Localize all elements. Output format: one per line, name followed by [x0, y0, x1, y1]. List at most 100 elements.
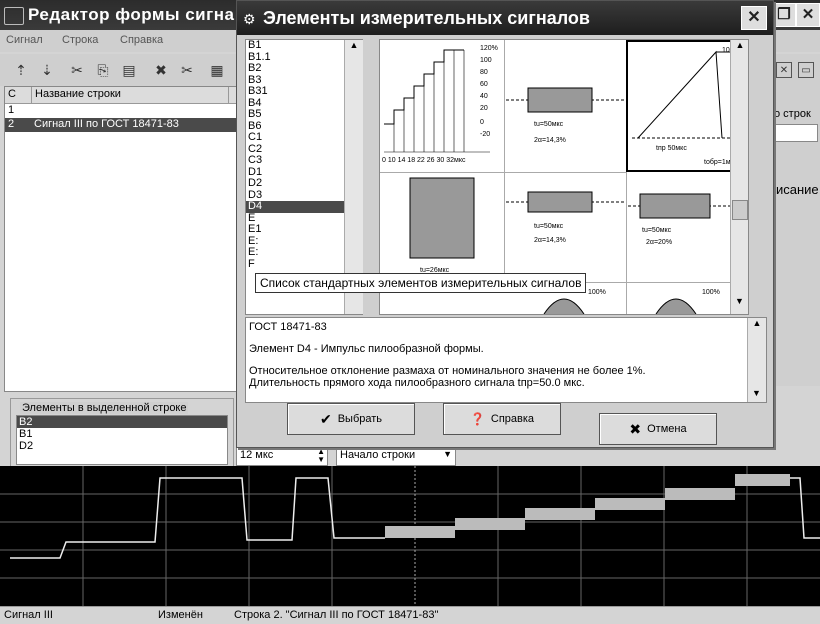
help-button[interactable]: ❓ Справка: [443, 403, 561, 435]
preview-cell[interactable]: tu=50мкс 2α=14,3%: [504, 172, 627, 283]
main-window-title: Редактор формы сигна: [28, 5, 235, 24]
list-item[interactable]: B2: [17, 416, 227, 428]
select-button[interactable]: ✔ Выбрать: [287, 403, 415, 435]
scale-label: 0: [480, 119, 484, 126]
spin-icon[interactable]: ▲ ▼: [317, 448, 325, 464]
rows-count-label: о строк: [774, 108, 811, 120]
tu-label: tu=50мкс: [534, 121, 564, 128]
chevron-down-icon[interactable]: ▼: [443, 449, 452, 459]
cut-icon[interactable]: ✂: [66, 60, 88, 80]
description-line: Элемент D4 - Импульс пилообразной формы.: [249, 343, 484, 355]
list-item[interactable]: D2: [17, 440, 227, 452]
table-icon[interactable]: ▦: [206, 60, 228, 80]
description-line: Длительность прямого хода пилообразного …: [249, 377, 585, 389]
element-code-item[interactable]: B1: [246, 40, 344, 52]
position-select[interactable]: Начало строки ▼: [336, 446, 456, 466]
preview-cell[interactable]: 120% 100 80 60 40 20 0 -20 0 10 14 18 22…: [380, 40, 505, 173]
elements-dialog: ⚙ Элементы измерительных сигналов ✕ B1 B1…: [236, 0, 774, 448]
dialog-close-icon[interactable]: ✕: [741, 6, 767, 30]
position-select-value: Начало строки: [340, 449, 416, 461]
scale-label: 120%: [480, 45, 498, 52]
scroll-up-icon[interactable]: ▲: [731, 40, 748, 50]
up-icon[interactable]: ⇡: [10, 60, 32, 80]
element-code-item[interactable]: B31: [246, 85, 344, 98]
col-num-header[interactable]: С: [5, 87, 32, 103]
list-item[interactable]: B1: [17, 428, 227, 440]
table-row[interactable]: 2 Сигнал III по ГОСТ 18471-83: [5, 118, 237, 132]
duration-value: 12 мкс: [240, 449, 274, 461]
description-scrollbar[interactable]: ▲ ▼: [747, 318, 766, 402]
tooltip: Список стандартных элементов измерительн…: [255, 273, 587, 293]
scroll-thumb[interactable]: [732, 200, 748, 220]
menu-signal[interactable]: Сигнал: [6, 34, 43, 46]
print-icon[interactable]: ▭: [798, 62, 814, 78]
element-code-item[interactable]: B2: [246, 62, 344, 75]
description-label: исание: [776, 182, 819, 197]
element-code-item[interactable]: F: [246, 258, 344, 271]
alpha-label: 2α=14,3%: [534, 137, 566, 144]
dialog-title-bar: ⚙ Элементы измерительных сигналов ✕: [237, 1, 773, 35]
cancel-icon: ✖: [629, 420, 642, 437]
status-row: Строка 2. "Сигнал III по ГОСТ 18471-83": [234, 609, 439, 621]
scroll-up-icon[interactable]: ▲: [345, 40, 363, 50]
duration-field[interactable]: 12 мкс ▲ ▼: [236, 446, 328, 466]
table-header: С Название строки: [5, 87, 237, 104]
right-panel: о строк исание: [770, 86, 820, 386]
cancel-button-label: Отмена: [647, 423, 687, 435]
scroll-down-icon[interactable]: ▼: [735, 296, 744, 306]
scale-label: -20: [480, 131, 490, 138]
select-button-label: Выбрать: [337, 413, 383, 425]
scroll-up-icon[interactable]: ▲: [748, 318, 766, 328]
col-name-header[interactable]: Название строки: [32, 87, 229, 103]
time-axis-label: 0 10 14 18 22 26 30 32мкс: [382, 157, 466, 164]
description-line: Относительное отклонение размаха от номи…: [249, 365, 646, 377]
oscillogram-svg: [0, 466, 820, 606]
element-code-item[interactable]: E:: [246, 235, 344, 248]
down-icon[interactable]: ⇣: [36, 60, 58, 80]
row-name: [31, 104, 37, 118]
element-code-item[interactable]: C1: [246, 131, 344, 144]
signal-oscillogram[interactable]: [0, 466, 820, 606]
tu-label: tu=50мкс: [642, 227, 672, 234]
element-code-item[interactable]: B5: [246, 108, 344, 121]
check-icon: ✔: [319, 410, 332, 427]
scale-label: 60: [480, 81, 488, 88]
help-button-label: Справка: [490, 413, 535, 425]
delete-icon[interactable]: ✖: [150, 60, 172, 80]
alpha-label: 2α=20%: [646, 239, 672, 246]
tpr-label: tпр 50мкс: [656, 145, 687, 152]
scroll-down-icon[interactable]: ▼: [752, 388, 761, 398]
row-num: 1: [8, 104, 15, 116]
element-code-item[interactable]: E:: [246, 246, 344, 259]
description-line: [249, 333, 766, 343]
percent-label: 100%: [588, 289, 606, 296]
menu-help[interactable]: Справка: [120, 34, 163, 46]
close-icon[interactable]: ✕: [796, 3, 820, 27]
check-x-icon[interactable]: ✕: [776, 62, 792, 78]
element-code-item[interactable]: D2: [246, 177, 344, 190]
cancel-button[interactable]: ✖ Отмена: [599, 413, 717, 445]
tu-label: tu=50мкс: [534, 223, 564, 230]
rows-count-field[interactable]: [772, 124, 818, 142]
scale-label: 20: [480, 105, 488, 112]
filter-icon[interactable]: ✂: [176, 60, 198, 80]
rows-table: С Название строки 1 2 Сигнал III по ГОСТ…: [4, 86, 238, 392]
menu-row[interactable]: Строка: [62, 34, 98, 46]
description-line: ГОСТ 18471-83: [249, 321, 327, 333]
element-code-item[interactable]: C3: [246, 154, 344, 167]
preview-cell[interactable]: tu=50мкс 2α=14,3%: [504, 40, 627, 173]
copy-icon[interactable]: ⎘: [92, 60, 114, 80]
row-num: 2: [8, 118, 15, 130]
element-code-item[interactable]: E1: [246, 223, 344, 236]
percent-label: 100%: [702, 289, 720, 296]
elements-list: B2 B1 D2: [16, 415, 228, 465]
row-name: Сигнал III по ГОСТ 18471-83: [34, 118, 179, 130]
restore-icon[interactable]: ❐: [772, 3, 796, 27]
table-row[interactable]: 1: [5, 104, 237, 118]
preview-cell[interactable]: tu=26мкс: [380, 172, 505, 283]
paste-icon[interactable]: ▤: [118, 60, 140, 80]
scale-label: 40: [480, 93, 488, 100]
scale-label: 100: [480, 57, 492, 64]
preview-scrollbar[interactable]: ▲ ▼: [730, 40, 748, 314]
element-code-item[interactable]: D4: [246, 200, 344, 213]
